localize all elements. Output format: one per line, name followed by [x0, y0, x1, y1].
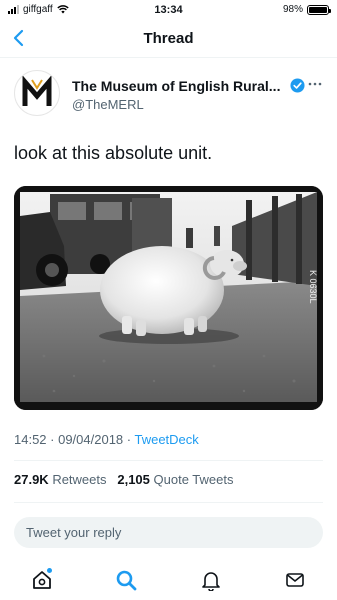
avatar[interactable]	[14, 70, 60, 116]
tab-notifications[interactable]	[198, 567, 224, 593]
quote-tweets-label: Quote Tweets	[149, 472, 234, 487]
tweet-photo[interactable]: K 0630L	[14, 186, 323, 410]
quote-tweets-count: 2,105	[117, 472, 150, 487]
tweet-text: look at this absolute unit.	[14, 143, 213, 163]
tweet-source-link[interactable]: TweetDeck	[134, 432, 198, 447]
page-title: Thread	[143, 30, 194, 47]
tab-search[interactable]	[113, 567, 139, 593]
battery-label: 98%	[282, 4, 303, 15]
divider	[14, 502, 323, 503]
divider	[14, 460, 323, 461]
battery-icon	[307, 4, 331, 15]
merl-logo-icon	[22, 76, 52, 106]
mail-icon	[286, 573, 304, 587]
battery-fill	[309, 6, 327, 13]
tab-home[interactable]	[29, 567, 55, 593]
retweets-label: Retweets	[48, 472, 107, 487]
search-icon	[117, 570, 137, 591]
verified-badge-icon	[290, 78, 305, 93]
tab-messages[interactable]	[282, 567, 308, 593]
meta-separator: ·	[123, 432, 135, 447]
photo-caption: K 0630L	[308, 270, 318, 304]
more-options-button[interactable]	[306, 75, 324, 93]
tweet-author: The Museum of English Rural... @TheMERL	[14, 70, 324, 120]
tweet-meta: 14:52 · 09/04/2018 · TweetDeck	[14, 432, 199, 447]
nav-header: Thread	[0, 20, 337, 58]
more-icon	[308, 82, 322, 86]
bottom-tab-bar	[0, 560, 337, 600]
status-right: 98%	[282, 4, 331, 15]
author-name[interactable]: The Museum of English Rural...	[72, 78, 282, 94]
author-handle[interactable]: @TheMERL	[72, 97, 144, 112]
retweets-stat[interactable]: 27.9K Retweets	[14, 472, 107, 487]
bell-icon	[201, 572, 220, 591]
tweet-timestamp: 14:52 · 09/04/2018	[14, 432, 124, 447]
tweet-stats: 27.9K Retweets 2,105 Quote Tweets	[14, 472, 234, 487]
reply-input[interactable]: Tweet your reply	[14, 517, 323, 548]
retweets-count: 27.9K	[14, 472, 49, 487]
status-bar: giffgaff 13:34 98%	[0, 0, 337, 20]
sheep-photo-image: K 0630L	[14, 186, 323, 410]
quote-tweets-stat[interactable]: 2,105 Quote Tweets	[117, 472, 233, 487]
